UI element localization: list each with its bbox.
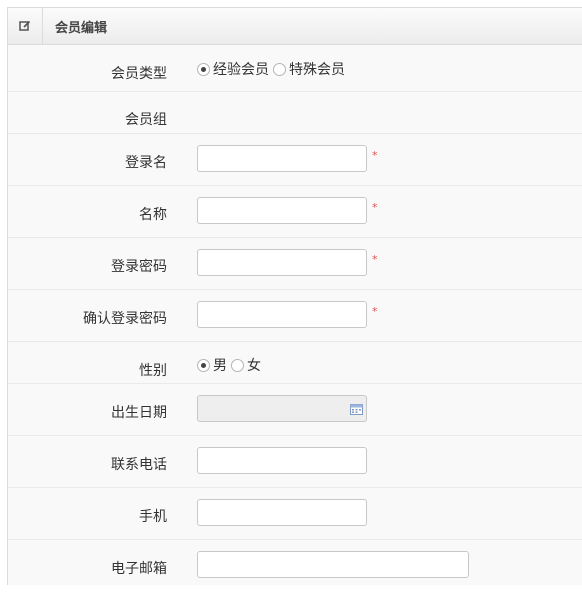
member-group-label: 会员组 — [125, 112, 167, 128]
radio-special-member[interactable] — [273, 62, 286, 76]
required-mark: * — [372, 149, 378, 162]
required-mark: * — [372, 201, 378, 214]
email-label: 电子邮箱 — [111, 561, 167, 577]
required-mark: * — [372, 253, 378, 266]
panel-header: 会员编辑 — [8, 8, 582, 45]
radio-female-label[interactable]: 女 — [247, 355, 261, 375]
row-name: 名称 * — [8, 186, 582, 238]
member-type-radio-group: 经验会员 特殊会员 — [197, 59, 349, 79]
radio-male-label[interactable]: 男 — [213, 355, 227, 375]
radio-selected-dot — [201, 362, 206, 368]
phone-input[interactable] — [197, 447, 367, 474]
confirm-password-label: 确认登录密码 — [83, 311, 167, 327]
member-edit-panel: 会员编辑 会员类型 经验会员 特殊会员 会员组 登录名 * 名称 * 登录密码 … — [7, 7, 582, 585]
radio-male[interactable] — [197, 358, 210, 372]
row-gender: 性别 男 女 — [8, 342, 582, 384]
gender-radio-group: 男 女 — [197, 355, 265, 375]
row-password: 登录密码 * — [8, 238, 582, 290]
row-confirm-password: 确认登录密码 * — [8, 290, 582, 342]
radio-selected-dot — [201, 66, 206, 72]
calendar-icon[interactable] — [350, 403, 363, 419]
row-birthday: 出生日期 — [8, 384, 582, 436]
radio-special-member-label[interactable]: 特殊会员 — [289, 59, 345, 79]
member-type-label: 会员类型 — [111, 66, 167, 82]
row-mobile: 手机 — [8, 488, 582, 540]
radio-experience-member-label[interactable]: 经验会员 — [213, 59, 269, 79]
row-member-type: 会员类型 经验会员 特殊会员 — [8, 45, 582, 92]
birthday-input[interactable] — [197, 395, 367, 422]
panel-title: 会员编辑 — [55, 20, 108, 36]
mobile-label: 手机 — [139, 509, 167, 525]
login-name-label: 登录名 — [125, 155, 167, 171]
mobile-input[interactable] — [197, 499, 367, 526]
name-input[interactable] — [197, 197, 367, 224]
gender-label: 性别 — [139, 363, 167, 379]
edit-icon — [8, 8, 43, 44]
birthday-label: 出生日期 — [111, 405, 167, 421]
name-label: 名称 — [139, 207, 167, 223]
password-label: 登录密码 — [111, 259, 167, 275]
password-input[interactable] — [197, 249, 367, 276]
email-input[interactable] — [197, 551, 469, 578]
row-login-name: 登录名 * — [8, 134, 582, 186]
row-email: 电子邮箱 — [8, 540, 582, 600]
login-name-input[interactable] — [197, 145, 367, 172]
row-member-group: 会员组 — [8, 92, 582, 134]
phone-label: 联系电话 — [111, 457, 167, 473]
radio-experience-member[interactable] — [197, 62, 210, 76]
radio-female[interactable] — [231, 358, 244, 372]
row-phone: 联系电话 — [8, 436, 582, 488]
required-mark: * — [372, 305, 378, 318]
confirm-password-input[interactable] — [197, 301, 367, 328]
